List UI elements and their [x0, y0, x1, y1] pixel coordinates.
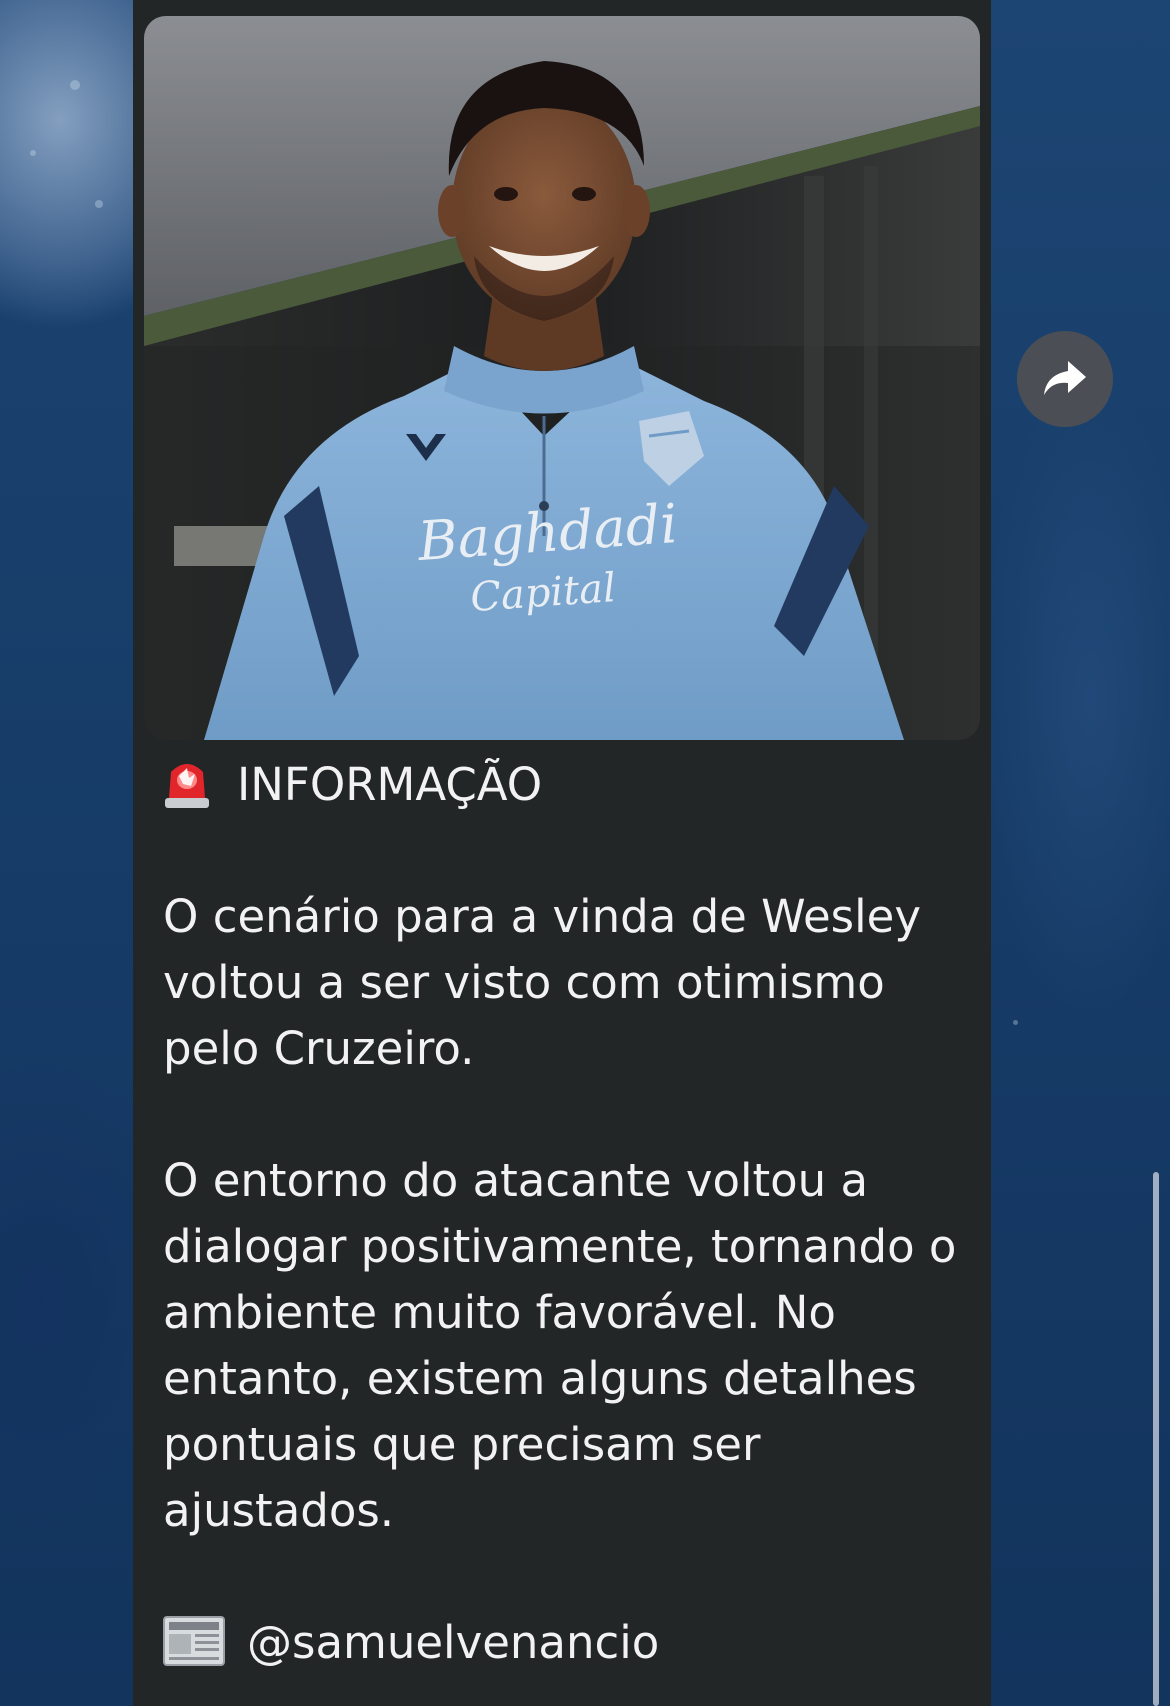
message-line: dialogar positivamente, tornando o — [163, 1220, 957, 1273]
message-text: INFORMAÇÃO O cenário para a vinda de Wes… — [163, 752, 963, 1676]
message-line: O cenário para a vinda de Wesley — [163, 890, 921, 943]
scrollbar[interactable] — [1153, 1172, 1159, 1706]
message-line: entanto, existem alguns detalhes — [163, 1352, 917, 1405]
wallpaper-speck — [1013, 1020, 1018, 1025]
forward-button[interactable] — [1017, 331, 1113, 427]
bubble-top-edge — [133, 0, 991, 16]
source-handle-link[interactable]: @samuelvenancio — [247, 1616, 659, 1669]
message-line: ambiente muito favorável. No — [163, 1286, 836, 1339]
player-photo-illustration: Baghdadi Capital — [144, 16, 980, 740]
wallpaper-speck — [30, 150, 36, 156]
message-line: O entorno do atacante voltou a — [163, 1154, 869, 1207]
message-photo[interactable]: Baghdadi Capital — [144, 16, 980, 740]
wallpaper-speck — [70, 80, 80, 90]
source-row: @samuelvenancio — [163, 1610, 963, 1676]
message-heading-row: INFORMAÇÃO — [163, 752, 963, 818]
message-heading: INFORMAÇÃO — [237, 758, 543, 811]
police-light-siren-icon — [163, 758, 211, 810]
message-line: voltou a ser visto com otimismo — [163, 956, 885, 1009]
forward-arrow-icon — [1044, 361, 1086, 395]
message-line: pontuais que precisam ser — [163, 1418, 761, 1471]
message-line: ajustados. — [163, 1484, 395, 1537]
message-bubble[interactable]: Baghdadi Capital INFORMAÇÃO O cenário pa… — [133, 0, 991, 1706]
wallpaper-speck — [95, 200, 103, 208]
newspaper-icon — [163, 1614, 225, 1668]
message-line: pelo Cruzeiro. — [163, 1022, 475, 1075]
